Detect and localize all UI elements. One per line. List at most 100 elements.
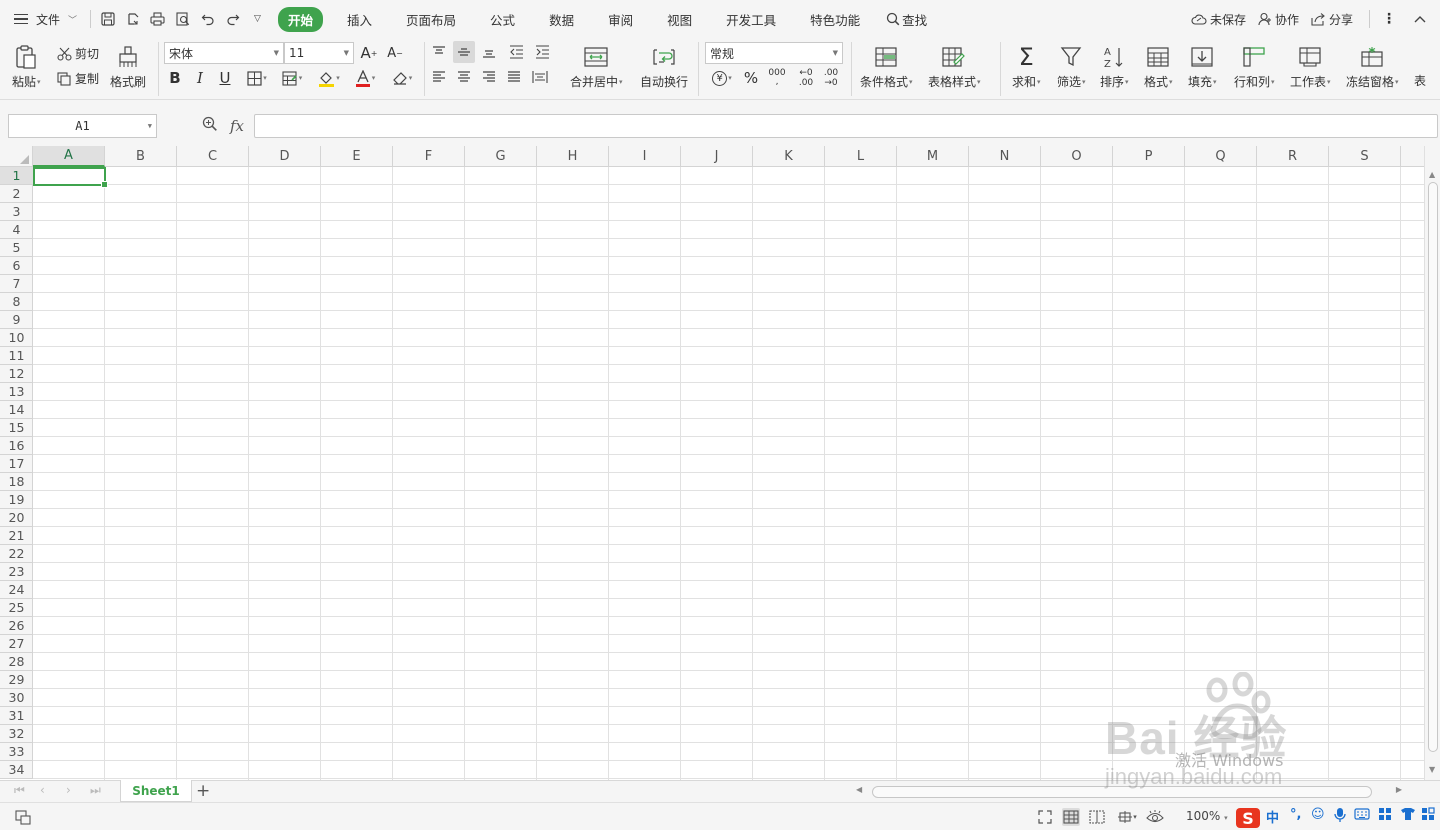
row-header[interactable]: 28 (0, 653, 33, 671)
print-icon[interactable] (145, 7, 170, 31)
column-header[interactable]: O (1041, 146, 1113, 167)
cell-area[interactable] (33, 167, 1424, 780)
row-header[interactable]: 8 (0, 293, 33, 311)
horizontal-scrollbar[interactable]: ◀ ▶ (852, 784, 1412, 800)
last-sheet-icon[interactable]: ⏭ (90, 783, 101, 798)
border-button[interactable]: ▾ (242, 67, 272, 89)
decrease-decimal-button[interactable]: .00 →0 (820, 67, 842, 89)
tab-insert[interactable]: 插入 (337, 7, 382, 32)
row-header[interactable]: 23 (0, 563, 33, 581)
font-name-select[interactable]: 宋体 ▼ (164, 42, 284, 64)
row-header[interactable]: 19 (0, 491, 33, 509)
merge-center-button[interactable]: 合并居中 ▾ (570, 44, 623, 90)
bold-button[interactable]: B (164, 67, 186, 89)
tab-data[interactable]: 数据 (539, 7, 584, 32)
save-icon[interactable] (95, 7, 120, 31)
collab-button[interactable]: 协作 (1258, 11, 1299, 28)
undo-icon[interactable] (195, 7, 220, 31)
fill-button[interactable]: 填充 ▾ (1188, 44, 1217, 90)
tab-special-features[interactable]: 特色功能 (800, 7, 870, 32)
row-header[interactable]: 3 (0, 203, 33, 221)
tab-review[interactable]: 审阅 (598, 7, 643, 32)
row-header[interactable]: 21 (0, 527, 33, 545)
column-header[interactable]: P (1113, 146, 1185, 167)
column-header[interactable]: F (393, 146, 465, 167)
grid-menu-icon[interactable] (1421, 807, 1435, 825)
align-left-button[interactable] (428, 66, 450, 88)
clear-button[interactable]: ▾ (387, 67, 417, 89)
macro-icon[interactable] (14, 808, 32, 826)
row-header[interactable]: 14 (0, 401, 33, 419)
increase-decimal-button[interactable]: ←0.00 (795, 67, 817, 89)
currency-button[interactable]: ¥ ▾ (707, 67, 737, 89)
row-header[interactable]: 24 (0, 581, 33, 599)
row-header[interactable]: 4 (0, 221, 33, 239)
vertical-scrollbar[interactable]: ▲ ▼ (1424, 146, 1440, 780)
select-all-corner[interactable] (0, 146, 33, 167)
wrap-text-button[interactable]: 自动换行 (640, 44, 688, 90)
h-scroll-thumb[interactable] (872, 786, 1372, 798)
print-preview-icon[interactable] (170, 7, 195, 31)
align-middle-button[interactable] (453, 41, 475, 63)
row-header[interactable]: 12 (0, 365, 33, 383)
row-header[interactable]: 26 (0, 617, 33, 635)
more-options-icon[interactable]: ⋮ (1382, 11, 1396, 27)
zoom-formula-icon[interactable] (202, 116, 218, 136)
tab-view[interactable]: 视图 (657, 7, 702, 32)
normal-view-icon[interactable] (1062, 808, 1080, 826)
row-header[interactable]: 1 (0, 167, 33, 185)
tab-home[interactable]: 开始 (278, 6, 324, 32)
row-header[interactable]: 34 (0, 761, 33, 779)
customize-toolbar-icon[interactable]: ▽ (245, 7, 270, 31)
row-header[interactable]: 25 (0, 599, 33, 617)
page-break-view-icon[interactable] (1088, 808, 1106, 826)
fullscreen-icon[interactable] (1036, 808, 1054, 826)
ime-lang-toggle[interactable]: 中 (1266, 807, 1279, 826)
align-top-button[interactable] (428, 41, 450, 63)
row-header[interactable]: 13 (0, 383, 33, 401)
row-header[interactable]: 11 (0, 347, 33, 365)
column-header[interactable]: M (897, 146, 969, 167)
toolbox-icon[interactable] (1378, 807, 1392, 825)
prev-sheet-icon[interactable]: ‹ (40, 783, 45, 797)
increase-font-size-button[interactable]: A + (358, 42, 380, 64)
more-ribbon-button[interactable]: 表 (1414, 72, 1426, 89)
row-header[interactable]: 9 (0, 311, 33, 329)
column-header[interactable]: B (105, 146, 177, 167)
formula-input[interactable] (254, 114, 1438, 138)
scroll-right-icon[interactable]: ▶ (1396, 785, 1402, 794)
tab-page-layout[interactable]: 页面布局 (396, 7, 466, 32)
filter-button[interactable]: 筛选 ▾ (1057, 44, 1086, 90)
format-painter-button[interactable]: 格式刷 (110, 44, 146, 90)
column-header[interactable]: K (753, 146, 825, 167)
column-header[interactable]: I (609, 146, 681, 167)
row-header[interactable]: 22 (0, 545, 33, 563)
underline-button[interactable]: U (214, 67, 236, 89)
align-center-button[interactable] (453, 66, 475, 88)
align-right-button[interactable] (478, 66, 500, 88)
row-header[interactable]: 7 (0, 275, 33, 293)
column-header[interactable]: S (1329, 146, 1401, 167)
scroll-thumb[interactable] (1428, 182, 1438, 752)
active-cell[interactable] (33, 167, 108, 188)
scroll-down-icon[interactable]: ▼ (1429, 765, 1435, 774)
keyboard-icon[interactable] (1354, 807, 1370, 825)
tab-formulas[interactable]: 公式 (480, 7, 525, 32)
cell-style-button[interactable]: ▾ (277, 67, 307, 89)
export-icon[interactable] (120, 7, 145, 31)
row-header[interactable]: 33 (0, 743, 33, 761)
sogou-ime-icon[interactable]: S (1236, 808, 1260, 828)
scroll-left-icon[interactable]: ◀ (856, 785, 862, 794)
table-style-button[interactable]: 表格样式 ▾ (928, 44, 981, 90)
font-size-select[interactable]: 11 ▼ (284, 42, 354, 64)
sort-button[interactable]: AZ 排序 ▾ (1100, 44, 1129, 90)
row-col-button[interactable]: 行和列 ▾ (1234, 44, 1275, 90)
emoji-icon[interactable]: ☺ (1311, 807, 1325, 822)
paste-button[interactable]: 粘贴 ▾ (12, 44, 41, 90)
add-sheet-button[interactable]: + (196, 782, 210, 800)
column-header[interactable]: L (825, 146, 897, 167)
column-header[interactable]: C (177, 146, 249, 167)
name-box[interactable]: A1 ▼ (8, 114, 157, 138)
row-header[interactable]: 31 (0, 707, 33, 725)
conditional-format-button[interactable]: 条件格式 ▾ (860, 44, 913, 90)
